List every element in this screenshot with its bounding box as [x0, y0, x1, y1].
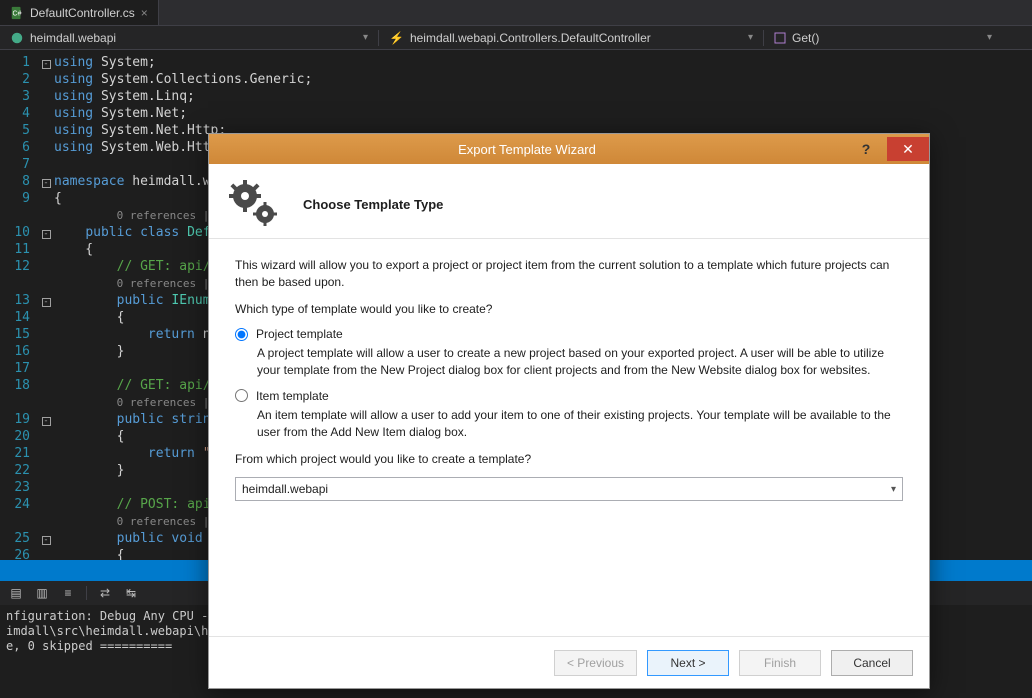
chevron-down-icon: ▾ — [891, 484, 896, 495]
project-combo[interactable]: heimdall.webapi ▾ — [235, 477, 903, 501]
output-icon[interactable]: ▤ — [8, 585, 24, 601]
project-dropdown-text: heimdall.webapi — [30, 31, 116, 45]
document-tab[interactable]: C# DefaultController.cs × — [0, 0, 159, 25]
wizard-titlebar[interactable]: Export Template Wizard ? ✕ — [209, 134, 929, 164]
method-icon — [774, 32, 786, 44]
close-icon[interactable]: × — [141, 6, 148, 20]
wizard-footer: < Previous Next > Finish Cancel — [209, 636, 929, 688]
csharp-file-icon: C# — [10, 6, 24, 20]
document-tab-bar: C# DefaultController.cs × — [0, 0, 1032, 26]
project-combo-label: From which project would you like to cre… — [235, 451, 903, 468]
member-dropdown[interactable]: Get() ▾ — [768, 31, 998, 45]
project-template-radio-row[interactable]: Project template — [235, 327, 903, 341]
wizard-body: This wizard will allow you to export a p… — [209, 239, 929, 636]
chevron-down-icon: ▾ — [987, 32, 992, 43]
export-template-wizard: Export Template Wizard ? ✕ Choose Templa… — [208, 133, 930, 689]
finish-button: Finish — [739, 650, 821, 676]
wizard-heading: Choose Template Type — [303, 197, 443, 212]
previous-button: < Previous — [554, 650, 637, 676]
project-template-label: Project template — [256, 327, 343, 341]
output-icon[interactable]: ▥ — [34, 585, 50, 601]
output-icon[interactable]: ⇄ — [97, 585, 113, 601]
class-dropdown[interactable]: ⚡ heimdall.webapi.Controllers.DefaultCon… — [383, 31, 759, 45]
line-number-gutter: 1234567891011121314151617181920212223242… — [0, 50, 38, 560]
svg-text:C#: C# — [13, 10, 22, 17]
separator — [86, 586, 87, 600]
gear-icon — [225, 180, 281, 228]
wizard-title-text: Export Template Wizard — [209, 142, 845, 157]
wizard-question: Which type of template would you like to… — [235, 301, 903, 318]
project-icon — [10, 31, 24, 45]
output-icon[interactable]: ≡ — [60, 585, 76, 601]
nav-dropdown-bar: heimdall.webapi ▾ ⚡ heimdall.webapi.Cont… — [0, 26, 1032, 50]
separator — [763, 30, 764, 46]
close-icon: ✕ — [902, 141, 914, 158]
output-line: nfiguration: Debug Any CPU --- — [6, 609, 223, 623]
item-template-radio-row[interactable]: Item template — [235, 389, 903, 403]
project-dropdown[interactable]: heimdall.webapi ▾ — [4, 31, 374, 45]
project-template-description: A project template will allow a user to … — [257, 345, 903, 379]
member-dropdown-text: Get() — [792, 31, 819, 45]
separator — [378, 30, 379, 46]
item-template-radio[interactable] — [235, 389, 248, 402]
tab-filename: DefaultController.cs — [30, 6, 135, 20]
item-template-description: An item template will allow a user to ad… — [257, 407, 903, 441]
project-combo-value: heimdall.webapi — [242, 482, 891, 496]
chevron-down-icon: ▾ — [363, 32, 368, 43]
project-template-radio[interactable] — [235, 328, 248, 341]
fold-column[interactable]: ------ — [38, 50, 54, 560]
output-icon[interactable]: ↹ — [123, 585, 139, 601]
next-button[interactable]: Next > — [647, 650, 729, 676]
class-icon: ⚡ — [389, 31, 404, 45]
item-template-label: Item template — [256, 389, 329, 403]
wizard-intro: This wizard will allow you to export a p… — [235, 257, 903, 291]
output-line: e, 0 skipped ========== — [6, 639, 172, 653]
close-button[interactable]: ✕ — [887, 137, 929, 161]
help-icon: ? — [862, 141, 871, 157]
output-line: imdall\src\heimdall.webapi\hei — [6, 624, 223, 638]
help-button[interactable]: ? — [845, 137, 887, 161]
chevron-down-icon: ▾ — [748, 32, 753, 43]
cancel-button[interactable]: Cancel — [831, 650, 913, 676]
class-dropdown-text: heimdall.webapi.Controllers.DefaultContr… — [410, 31, 651, 45]
wizard-header: Choose Template Type — [209, 164, 929, 239]
